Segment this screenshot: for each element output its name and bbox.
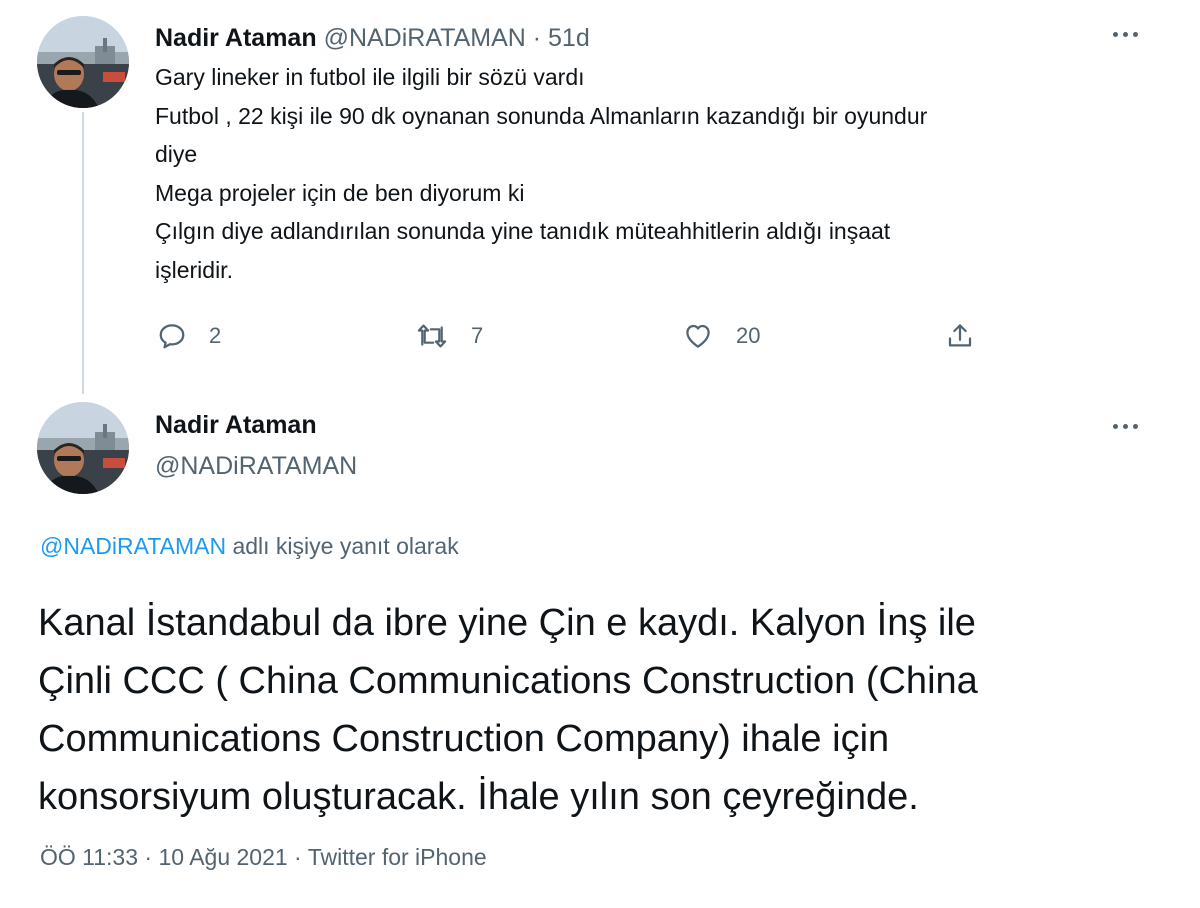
author-name[interactable]: Nadir Ataman	[155, 410, 317, 440]
reply-count: 2	[209, 323, 222, 348]
reply-to-mention[interactable]: @NADiRATAMAN	[40, 533, 226, 559]
meta-separator: ·	[287, 844, 308, 870]
tweet-text-line: diye	[155, 141, 198, 167]
tweet-text-line: Futbol , 22 kişi ile 90 dk oynanan sonun…	[155, 102, 928, 129]
retweet-icon	[417, 324, 447, 348]
tweet-text-line: Communications Construction Company) iha…	[38, 718, 890, 760]
heart-icon	[686, 324, 710, 348]
more-icon	[1113, 32, 1118, 37]
share-icon	[948, 324, 972, 347]
thread-connector-line	[82, 112, 84, 394]
retweet-count: 7	[471, 323, 484, 348]
author-handle[interactable]: @NADiRATAMAN	[155, 451, 357, 481]
tweet-date[interactable]: 10 Ağu 2021	[158, 844, 287, 870]
like-count: 20	[736, 323, 761, 348]
tweet-action-bar: 2 7 20	[155, 316, 1015, 356]
tweet-header: Nadir Ataman @NADiRATAMAN · 51d	[155, 24, 590, 52]
author-name[interactable]: Nadir Ataman	[155, 24, 317, 52]
tweet-timestamp[interactable]: 51d	[548, 24, 590, 52]
author-handle[interactable]: @NADiRATAMAN	[324, 24, 526, 52]
tweet-text-line: Mega projeler için de ben diyorum ki	[155, 179, 525, 206]
tweet-text-line: Çılgın diye adlandırılan sonunda yine ta…	[155, 218, 891, 244]
tweet-text-line: Kanal İstandabul da ibre yine Çin e kayd…	[38, 602, 976, 644]
like-button[interactable]: 20	[682, 316, 760, 356]
tweet-text: Kanal İstandabul da ibre yine Çin e kayd…	[38, 594, 1178, 826]
more-options-button[interactable]	[1108, 24, 1144, 44]
avatar[interactable]	[37, 402, 129, 494]
more-icon	[1113, 424, 1118, 429]
reply-context: @NADiRATAMAN adlı kişiye yanıt olarak	[40, 531, 459, 561]
tweet-text-line: işleridir.	[155, 256, 233, 283]
avatar-photo	[37, 16, 129, 108]
meta-separator: ·	[138, 844, 159, 870]
tweet-text-line: konsorsiyum oluşturacak. İhale yılın son…	[38, 776, 919, 818]
reply-to-label: adlı kişiye yanıt olarak	[226, 533, 459, 559]
tweet-text: Gary lineker in futbol ile ilgili bir sö…	[155, 58, 1155, 289]
tweet-text-line: Çinli CCC ( China Communications Constru…	[38, 660, 978, 702]
reply-button[interactable]: 2	[157, 316, 221, 356]
retweet-button[interactable]: 7	[415, 316, 483, 356]
reply-icon	[159, 324, 185, 349]
share-button[interactable]	[945, 316, 975, 356]
tweet-text-line: Gary lineker in futbol ile ilgili bir sö…	[155, 64, 585, 90]
more-options-button[interactable]	[1108, 416, 1144, 436]
tweet-metadata: ÖÖ 11:33 · 10 Ağu 2021 · Twitter for iPh…	[40, 842, 487, 872]
avatar[interactable]	[37, 16, 129, 108]
tweet-source[interactable]: Twitter for iPhone	[308, 844, 487, 870]
avatar-photo	[37, 402, 129, 494]
header-separator: ·	[532, 24, 542, 52]
tweet-time[interactable]: ÖÖ 11:33	[40, 844, 138, 870]
